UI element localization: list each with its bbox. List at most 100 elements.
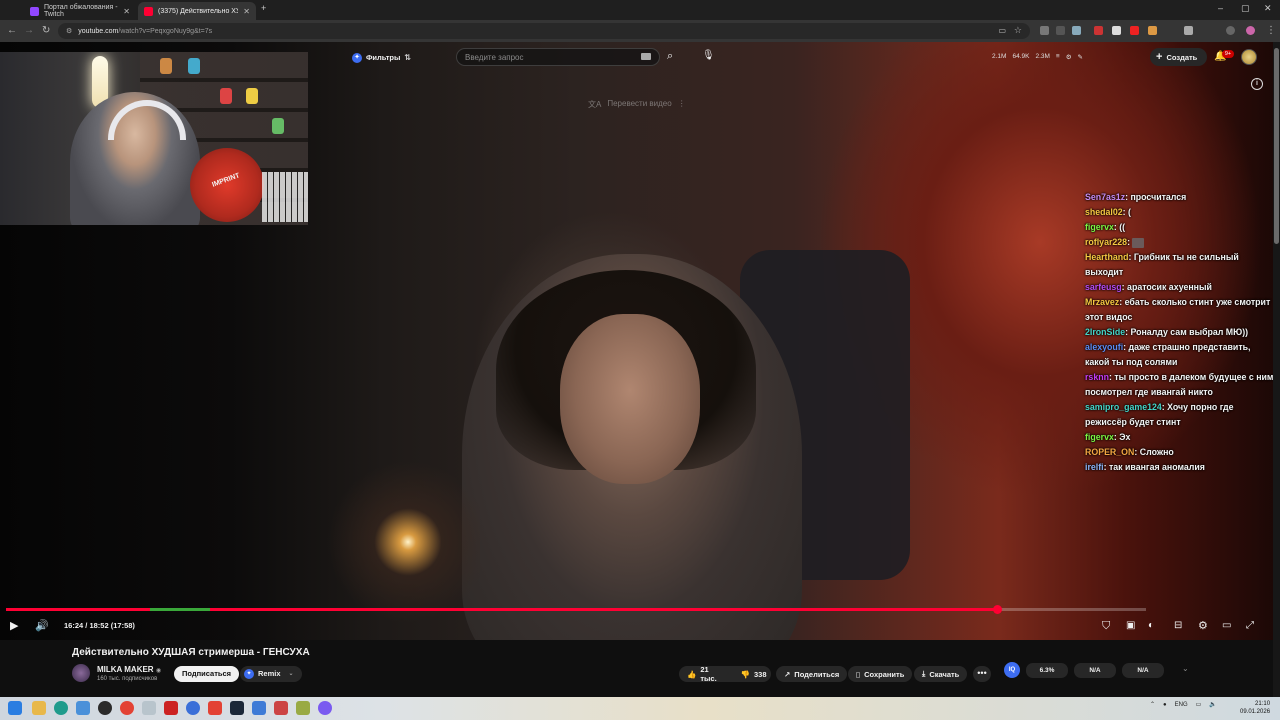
chart-icon[interactable]: ≡ <box>1056 53 1060 61</box>
create-button[interactable]: + Создать <box>1150 48 1208 66</box>
chat-username[interactable]: rsknn <box>1085 372 1109 382</box>
screenshot-icon[interactable]: ▣ <box>1126 619 1135 633</box>
extension-icon[interactable] <box>1112 26 1121 35</box>
keyboard-icon[interactable] <box>641 53 651 60</box>
steam-icon[interactable] <box>230 701 244 715</box>
dislike-button[interactable]: 👎 338 <box>733 666 775 682</box>
more-vert-icon[interactable]: ⋮ <box>678 99 686 110</box>
chevron-down-icon[interactable]: ⌄ <box>1182 664 1189 673</box>
extension-icon[interactable] <box>1040 26 1049 35</box>
chat-username[interactable]: Hearthand <box>1085 252 1129 262</box>
close-tab-icon[interactable]: ✕ <box>243 7 250 16</box>
site-info-icon[interactable]: ⚙ <box>66 27 72 35</box>
microphone-icon[interactable]: 🎙 <box>702 50 715 61</box>
chat-username[interactable]: alexyoufi <box>1085 342 1123 352</box>
app-icon[interactable] <box>296 701 310 715</box>
app-icon[interactable] <box>142 701 156 715</box>
search-input[interactable]: Введите запрос <box>456 48 660 66</box>
tray-app-icon[interactable]: ● <box>1163 702 1167 708</box>
app-icon[interactable] <box>98 701 112 715</box>
maximize-button[interactable]: ▢ <box>1241 3 1250 14</box>
chat-username[interactable]: Sen7as1z <box>1085 192 1125 202</box>
file-explorer-icon[interactable] <box>32 701 46 715</box>
extension-logo-icon[interactable]: IQ <box>1004 662 1020 678</box>
channel-avatar[interactable] <box>72 664 90 682</box>
search-icon[interactable]: ⌕ <box>667 50 673 63</box>
progress-scrubber[interactable] <box>992 605 1002 614</box>
extensions-puzzle-icon[interactable] <box>1184 26 1193 35</box>
chat-username[interactable]: 2IronSide <box>1085 327 1125 337</box>
translate-video-button[interactable]: 文A Перевести видео ⋮ <box>588 99 686 110</box>
close-tab-icon[interactable]: ✕ <box>123 7 130 16</box>
chat-username[interactable]: Mrzavez <box>1085 297 1119 307</box>
browser-tab-youtube[interactable]: (3375) Действительно ХУДША... ✕ <box>138 2 256 20</box>
chat-username[interactable]: figervx <box>1085 222 1114 232</box>
remix-button[interactable]: ✦ Remix ⌄ <box>240 666 302 682</box>
chrome-icon[interactable] <box>120 701 134 715</box>
share-button[interactable]: ↗ Поделиться <box>776 666 848 682</box>
chat-username[interactable]: samipro_game124 <box>1085 402 1162 412</box>
chat-username[interactable]: roflyar228 <box>1085 237 1127 247</box>
download-button[interactable]: ⤓ Скачать <box>914 666 968 682</box>
profile-avatar-icon[interactable] <box>1246 26 1255 35</box>
extension-icon[interactable] <box>1094 26 1103 35</box>
app-icon[interactable] <box>164 701 178 715</box>
channel-name[interactable]: MILKA MAKER ◉ <box>97 665 161 674</box>
close-window-button[interactable]: ✕ <box>1264 3 1272 14</box>
new-tab-button[interactable]: + <box>261 3 266 13</box>
clock[interactable]: 21:10 09.01.2026 <box>1240 700 1270 716</box>
browser-tab-twitch[interactable]: Портал обжалования - Twitch ✕ <box>24 2 136 20</box>
volume-tray-icon[interactable]: 🔈 <box>1209 701 1216 708</box>
save-label: Сохранить <box>864 669 905 679</box>
bookmark-star-icon[interactable]: ☆ <box>1014 25 1022 36</box>
chat-username[interactable]: figervx <box>1085 432 1114 442</box>
save-button[interactable]: ▯ Сохранить <box>848 666 913 682</box>
volume-icon[interactable]: 🔊 <box>35 619 49 633</box>
forward-button[interactable]: → <box>24 25 34 37</box>
settings-gear-icon[interactable]: ⚙ <box>1198 619 1208 633</box>
account-avatar[interactable] <box>1241 49 1257 65</box>
gear-icon[interactable]: ⚙ <box>1066 53 1072 61</box>
theater-mode-icon[interactable]: ▭ <box>1222 619 1231 633</box>
extension-icon[interactable] <box>1056 26 1065 35</box>
info-icon[interactable]: i <box>1251 78 1263 90</box>
url-field[interactable]: ⚙ youtube.com /watch?v=PeqxgoNuy9g&t=7s … <box>58 23 1030 39</box>
scrollbar-thumb[interactable] <box>1274 48 1279 244</box>
filters-button[interactable]: ✦ Фильтры ⇅ <box>352 50 411 65</box>
play-icon[interactable]: ▶ <box>10 619 18 633</box>
extension-icon[interactable] <box>1148 26 1157 35</box>
extension-icon[interactable] <box>1072 26 1081 35</box>
subscribe-button[interactable]: Подписаться <box>174 666 240 682</box>
reload-button[interactable]: ↻ <box>42 25 50 37</box>
chat-username[interactable]: ROPER_ON <box>1085 447 1134 457</box>
more-actions-button[interactable]: ••• <box>973 666 991 682</box>
browser-menu-icon[interactable]: ⋮ <box>1266 25 1276 37</box>
subtitles-icon[interactable]: ⊟ <box>1174 619 1182 633</box>
like-button[interactable]: 👍 21 тыс. <box>679 665 725 683</box>
back-button[interactable]: ← <box>7 25 17 37</box>
chat-username[interactable]: sarfeusg <box>1085 282 1122 292</box>
network-icon[interactable]: ▭ <box>1196 701 1202 708</box>
app-icon[interactable] <box>208 701 222 715</box>
language-indicator[interactable]: ENG <box>1175 702 1188 708</box>
app-icon[interactable] <box>318 701 332 715</box>
sponsorblock-icon[interactable]: ⛉ <box>1102 619 1110 633</box>
profile-icon[interactable] <box>1226 26 1235 35</box>
autoplay-toggle-icon[interactable]: ◐ <box>1148 619 1154 633</box>
chevron-up-icon[interactable]: ⌃ <box>1150 701 1155 708</box>
stat-value: 64.9K <box>1012 53 1030 60</box>
extension-icon[interactable] <box>1130 26 1139 35</box>
chat-username[interactable]: irelfi <box>1085 462 1104 472</box>
fullscreen-icon[interactable]: ⤢ <box>1246 619 1254 633</box>
pin-icon[interactable]: ✎ <box>1078 53 1083 61</box>
app-icon[interactable] <box>186 701 200 715</box>
video-player[interactable]: IMPRINT ✦ Фильтры ⇅ Введите запрос ⌕ 🎙 2… <box>0 42 1280 640</box>
start-windows-icon[interactable] <box>8 701 22 715</box>
app-icon[interactable] <box>252 701 266 715</box>
chat-username[interactable]: shedal02 <box>1085 207 1123 217</box>
minimize-button[interactable]: – <box>1218 3 1223 13</box>
app-icon[interactable] <box>274 701 288 715</box>
store-icon[interactable] <box>76 701 90 715</box>
edge-icon[interactable] <box>54 701 68 715</box>
cast-icon[interactable]: ▭ <box>998 26 1006 35</box>
